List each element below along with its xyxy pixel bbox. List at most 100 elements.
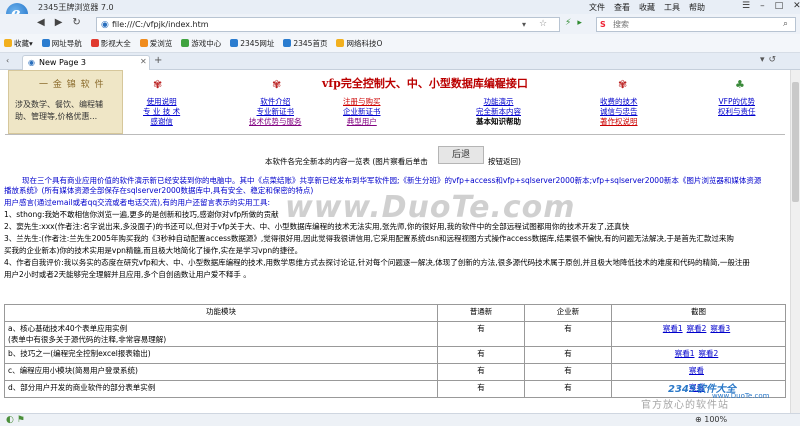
nav-link-enterprise-certificate[interactable]: 企业新证书 <box>343 107 381 117</box>
nav-link-copyright[interactable]: 著作权说明 <box>600 117 638 127</box>
refresh-icon[interactable]: ↻ <box>72 17 80 28</box>
url-tools: ⚡ ▸ <box>565 18 582 28</box>
tech-icon <box>336 39 345 47</box>
back-button[interactable]: 后退 <box>438 146 484 164</box>
nav-link-register-buy[interactable]: 注册与购买 <box>343 97 381 107</box>
fav-link[interactable]: 2345首页 <box>283 38 327 49</box>
table-row: c、编程应用小模块(简易用户登录系统) 有 有 察看 <box>4 363 786 381</box>
tab-active[interactable]: ◉ New Page 3 ✕ <box>22 55 150 70</box>
menu-view[interactable]: 查看 <box>614 2 630 13</box>
nav-link-usage[interactable]: 使用说明 <box>143 97 180 107</box>
game-icon <box>181 39 190 47</box>
butterfly-icon: ✾ <box>272 78 282 91</box>
watermark: www.DuoTe.com <box>285 190 576 225</box>
video-icon <box>90 39 99 47</box>
menu-favorites[interactable]: 收藏 <box>639 2 655 13</box>
corner-watermark-text: 官方放心的软件站 <box>641 400 729 411</box>
url-dropdown-icon[interactable]: ▾ <box>522 20 526 29</box>
divider <box>5 134 785 135</box>
guide-text-2: 按钮返回) <box>488 157 521 166</box>
tab-menu-icons[interactable]: ▾↺ <box>760 55 780 65</box>
screenshot-link[interactable]: 察看2 <box>687 324 707 333</box>
nav-buttons: ◀ ▶ ↻ <box>37 17 81 28</box>
nav-link-demo[interactable]: 功能演示 <box>476 97 521 107</box>
table-header: 截图 <box>611 304 786 322</box>
favorites-bar: 收藏 ▾ 网址导航 影视大全 爱浏览 游戏中心 2345网址 2345首页 网络科… <box>0 34 800 53</box>
forward-icon[interactable]: ▶ <box>55 17 63 28</box>
nav-column: 使用说明 专 业 技 术 感谢信 <box>143 97 180 127</box>
fav-link[interactable]: 2345网址 <box>230 38 274 49</box>
screenshot-link[interactable]: 察看3 <box>710 324 730 333</box>
search-engine-icon[interactable]: S <box>600 20 606 29</box>
minimize-button[interactable]: – <box>760 1 765 11</box>
nav-link-vfp-advantage[interactable]: VFP的优势 <box>718 97 756 107</box>
go-icon[interactable]: ▸ <box>577 18 582 28</box>
safe-icon[interactable]: ⚡ <box>565 18 571 28</box>
search-icon[interactable]: ⌕ <box>783 19 788 29</box>
menu-tools[interactable]: 工具 <box>664 2 680 13</box>
nav-link-typical-users[interactable]: 典型用户 <box>343 117 381 127</box>
maximize-button[interactable]: □ <box>775 1 784 11</box>
nav-link-tech-advantage[interactable]: 技术优势与服务 <box>249 117 302 127</box>
nav-link-professional-tech[interactable]: 专 业 技 术 <box>143 107 180 117</box>
zoom-level: 100% <box>704 415 728 424</box>
fav-link[interactable]: 爱浏览 <box>139 38 172 49</box>
screenshot-link[interactable]: 察看2 <box>699 349 719 358</box>
user-comment: 3、兰先生:(作者注:兰先生2005年购买我的《3秒种自动配置access数据源… <box>4 234 734 243</box>
tab-scroll-icon[interactable]: ‹ <box>6 56 9 65</box>
menu-bar: 文件 查看 收藏 工具 帮助 <box>589 2 705 13</box>
nav-link-paid-tech[interactable]: 收费的技术 <box>600 97 638 107</box>
status-icons[interactable]: ◐ ⚑ <box>6 415 25 425</box>
author-comment: 用户2小时或者2天能够完全理解并且应用,多个自创函数让用户爱不释手 。 <box>4 270 251 279</box>
nav-column: 软件介绍 专业新证书 技术优势与服务 <box>249 97 302 127</box>
title-bar: 2345王牌浏览器 7.0 文件 查看 收藏 工具 帮助 ☰ – □ ✕ <box>0 0 800 14</box>
menu-file[interactable]: 文件 <box>589 2 605 13</box>
screenshot-link[interactable]: 察看 <box>689 366 704 375</box>
nav-link-pro-certificate[interactable]: 专业新证书 <box>249 107 302 117</box>
scrollbar-thumb[interactable] <box>792 82 799 202</box>
table-row: b、技巧之一(编程完全控制excel报表输出) 有 有 察看1 察看2 <box>4 346 786 364</box>
tab-close-icon[interactable]: ✕ <box>140 57 147 66</box>
tab-title: New Page 3 <box>39 58 86 67</box>
nav-link-thanks[interactable]: 感谢信 <box>143 117 180 127</box>
nav-link-rights[interactable]: 权利与责任 <box>718 107 756 117</box>
screenshot-cell: 察看1 察看2 <box>611 346 786 364</box>
enterprise-cell: 有 <box>524 363 612 381</box>
screenshot-link[interactable]: 察看1 <box>675 349 695 358</box>
screenshot-link[interactable]: 察看1 <box>663 324 683 333</box>
bottle-icon: ♣ <box>735 78 745 91</box>
nav-site-icon <box>41 39 50 47</box>
fav-link[interactable]: 影视大全 <box>90 38 131 49</box>
nav-link-full-content[interactable]: 完全新本内容 <box>476 107 521 117</box>
close-button[interactable]: ✕ <box>793 1 800 11</box>
user-comment: 买我的企业新本)你的技术实用是vpn精髓,而且极大地简化了操作,实在是学习vpn… <box>4 246 303 255</box>
favorites-star-icon <box>4 39 12 47</box>
page-icon: ◉ <box>101 20 109 30</box>
skin-icon[interactable]: ☰ <box>742 1 750 11</box>
banner-title: 一 金 锦 软 件 <box>39 80 105 90</box>
table-header: 功能模块 <box>4 304 438 322</box>
users-title: 用户感言(通过email或者qq交流或者电话交流),有的用户还留言表示的实用工具… <box>4 198 270 207</box>
url-box[interactable]: ◉ file:///C:/vfpjk/index.htm ▾ ☆ <box>96 17 560 32</box>
banner-line: 涉及数学、餐饮、编程辅 <box>15 100 103 109</box>
home-2345-icon <box>283 39 292 47</box>
favorites-button[interactable]: 收藏 ▾ <box>4 38 33 49</box>
normal-cell: 有 <box>437 363 525 381</box>
fav-link[interactable]: 游戏中心 <box>181 38 221 49</box>
star-icon[interactable]: ☆ <box>539 19 547 29</box>
fav-link[interactable]: 网址导航 <box>41 38 82 49</box>
nav-link-basic-help[interactable]: 基本知识帮助 <box>476 117 521 127</box>
search-box[interactable]: S ⌕ <box>596 17 796 32</box>
vertical-scrollbar[interactable] <box>790 70 800 413</box>
browse-icon <box>139 39 148 47</box>
zoom-control[interactable]: ⊕ 100% <box>695 415 727 424</box>
fav-link[interactable]: 网络科技O <box>336 38 382 49</box>
back-icon[interactable]: ◀ <box>37 17 45 28</box>
new-tab-icon[interactable]: + <box>154 55 162 66</box>
url-text[interactable]: file:///C:/vfpjk/index.htm <box>112 20 209 29</box>
search-input[interactable] <box>613 19 763 30</box>
menu-help[interactable]: 帮助 <box>689 2 705 13</box>
nav-link-software-intro[interactable]: 软件介绍 <box>249 97 302 107</box>
nav-link-integrity[interactable]: 诚信与忠告 <box>600 107 638 117</box>
status-bar: ◐ ⚑ ⊕ 100% <box>0 413 800 426</box>
